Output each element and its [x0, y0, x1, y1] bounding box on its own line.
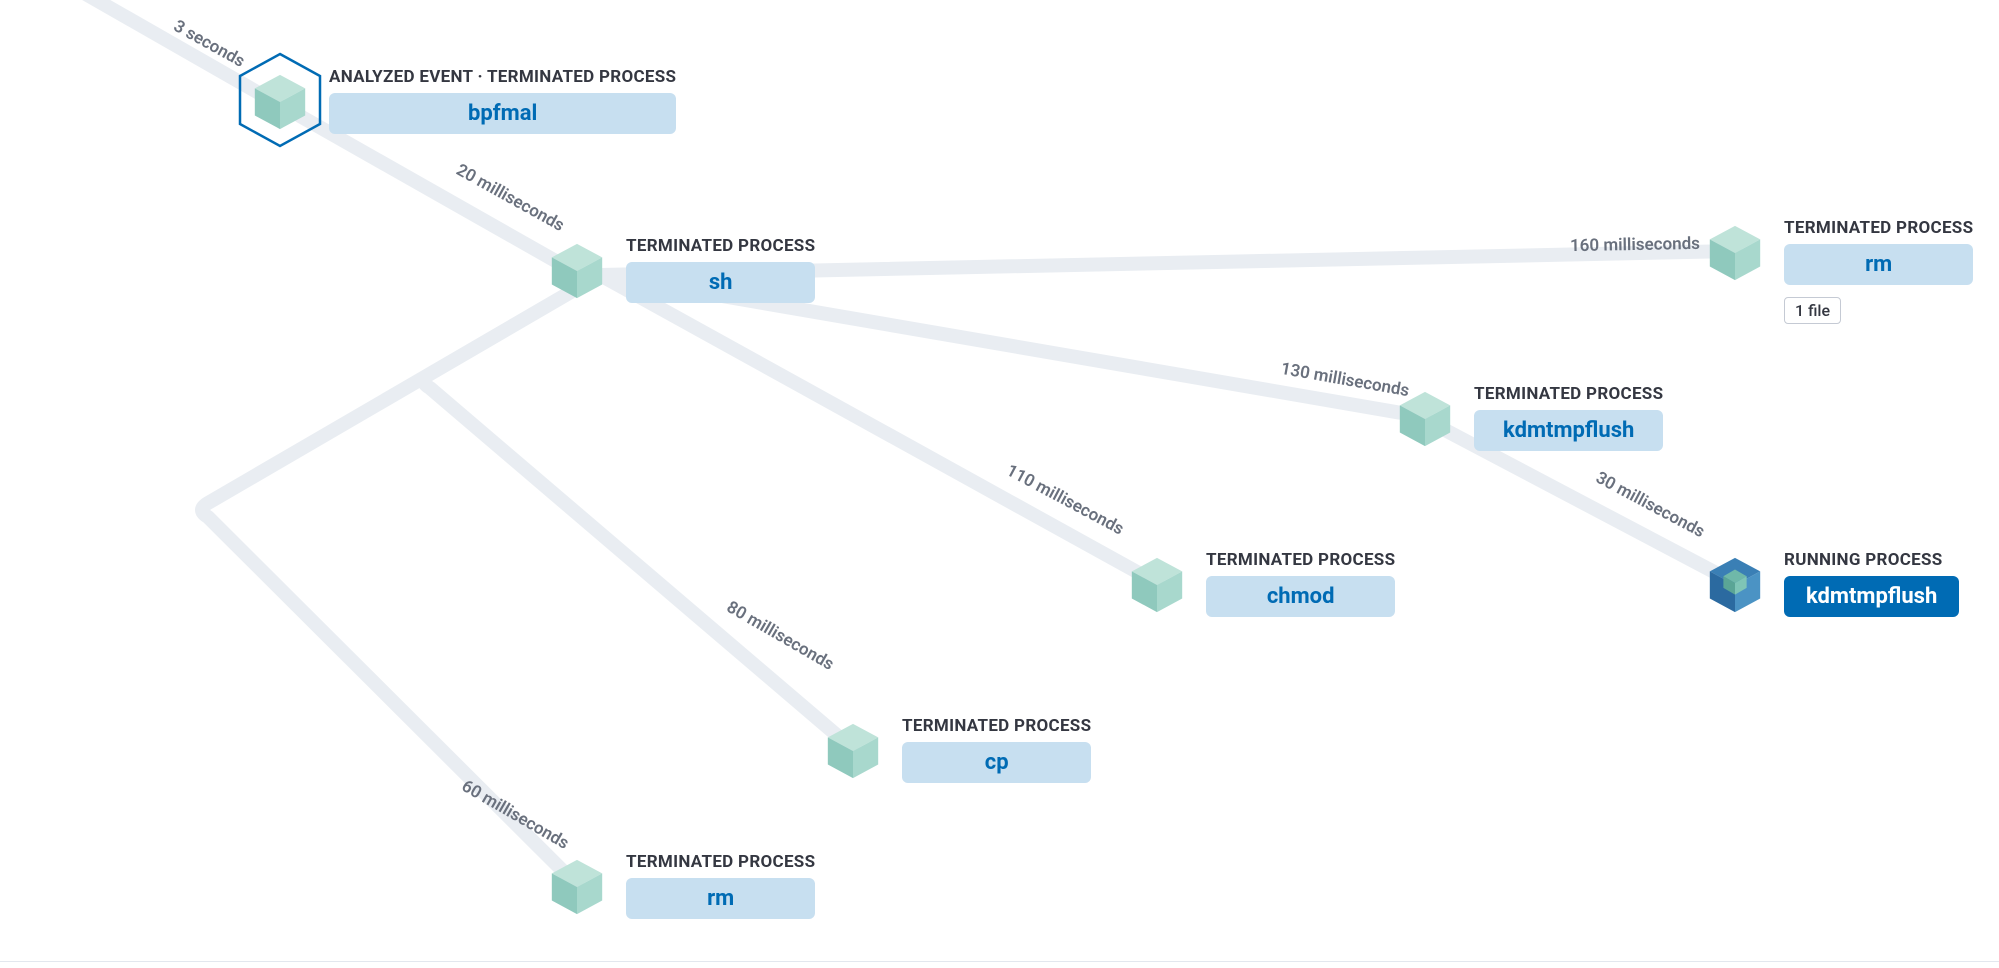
node-caption: TERMINATED PROCESS [1474, 384, 1663, 404]
node-kdmtmpflush-running[interactable]: RUNNING PROCESS kdmtmpflush [1700, 548, 1959, 618]
node-cp[interactable]: TERMINATED PROCESS cp [818, 714, 1091, 784]
cube-terminated-icon [546, 238, 608, 300]
edge-label: 60 milliseconds [458, 776, 572, 853]
node-kdmtmpflush-terminated[interactable]: TERMINATED PROCESS kdmtmpflush [1390, 382, 1663, 452]
process-name-pill[interactable]: kdmtmpflush [1784, 576, 1959, 617]
node-caption: TERMINATED PROCESS [626, 852, 815, 872]
process-name-pill[interactable]: sh [626, 262, 815, 303]
cube-terminated-icon [1704, 220, 1766, 282]
node-rm-bottom[interactable]: TERMINATED PROCESS rm [542, 850, 815, 920]
process-name-pill[interactable]: rm [1784, 244, 1973, 285]
edge-label: 110 milliseconds [1003, 461, 1127, 540]
node-sh[interactable]: TERMINATED PROCESS sh [542, 234, 815, 304]
node-caption: TERMINATED PROCESS [626, 236, 815, 256]
cube-terminated-icon [546, 854, 608, 916]
edge-label: 160 milliseconds [1570, 234, 1700, 256]
cube-terminated-icon [1394, 386, 1456, 448]
process-name-pill[interactable]: bpfmal [329, 93, 676, 134]
node-rm-top[interactable]: TERMINATED PROCESS rm 1 file [1700, 216, 1973, 324]
edge-label: 20 milliseconds [453, 160, 568, 236]
process-name-pill[interactable]: rm [626, 878, 815, 919]
divider [0, 961, 1999, 962]
cube-running-icon [1704, 552, 1766, 614]
node-bpfmal[interactable]: ANALYZED EVENT · TERMINATED PROCESS bpfm… [245, 65, 676, 135]
process-cube-icon [1122, 548, 1192, 618]
process-name-pill[interactable]: kdmtmpflush [1474, 410, 1663, 451]
process-cube-icon [1390, 382, 1460, 452]
cube-terminated-icon [249, 69, 311, 131]
process-name-pill[interactable]: chmod [1206, 576, 1395, 617]
edge-label: 30 milliseconds [1592, 468, 1708, 542]
node-caption: TERMINATED PROCESS [1206, 550, 1395, 570]
edge-label: 3 seconds [170, 16, 248, 71]
process-tree-canvas: svg.edges[data-name="edges-layer"]{displ… [0, 0, 1999, 968]
node-caption: TERMINATED PROCESS [1784, 218, 1973, 238]
file-count-badge[interactable]: 1 file [1784, 297, 1841, 324]
process-cube-icon [1700, 216, 1770, 286]
process-name-pill[interactable]: cp [902, 742, 1091, 783]
process-cube-icon [818, 714, 888, 784]
cube-terminated-icon [822, 718, 884, 780]
process-cube-icon [542, 850, 612, 920]
cube-terminated-icon [1126, 552, 1188, 614]
process-cube-icon [1700, 548, 1770, 618]
node-chmod[interactable]: TERMINATED PROCESS chmod [1122, 548, 1395, 618]
node-caption: TERMINATED PROCESS [902, 716, 1091, 736]
node-caption: ANALYZED EVENT · TERMINATED PROCESS [329, 67, 676, 87]
edge-label: 80 milliseconds [723, 597, 837, 674]
process-cube-icon [542, 234, 612, 304]
process-cube-icon [245, 65, 315, 135]
node-caption: RUNNING PROCESS [1784, 550, 1959, 570]
